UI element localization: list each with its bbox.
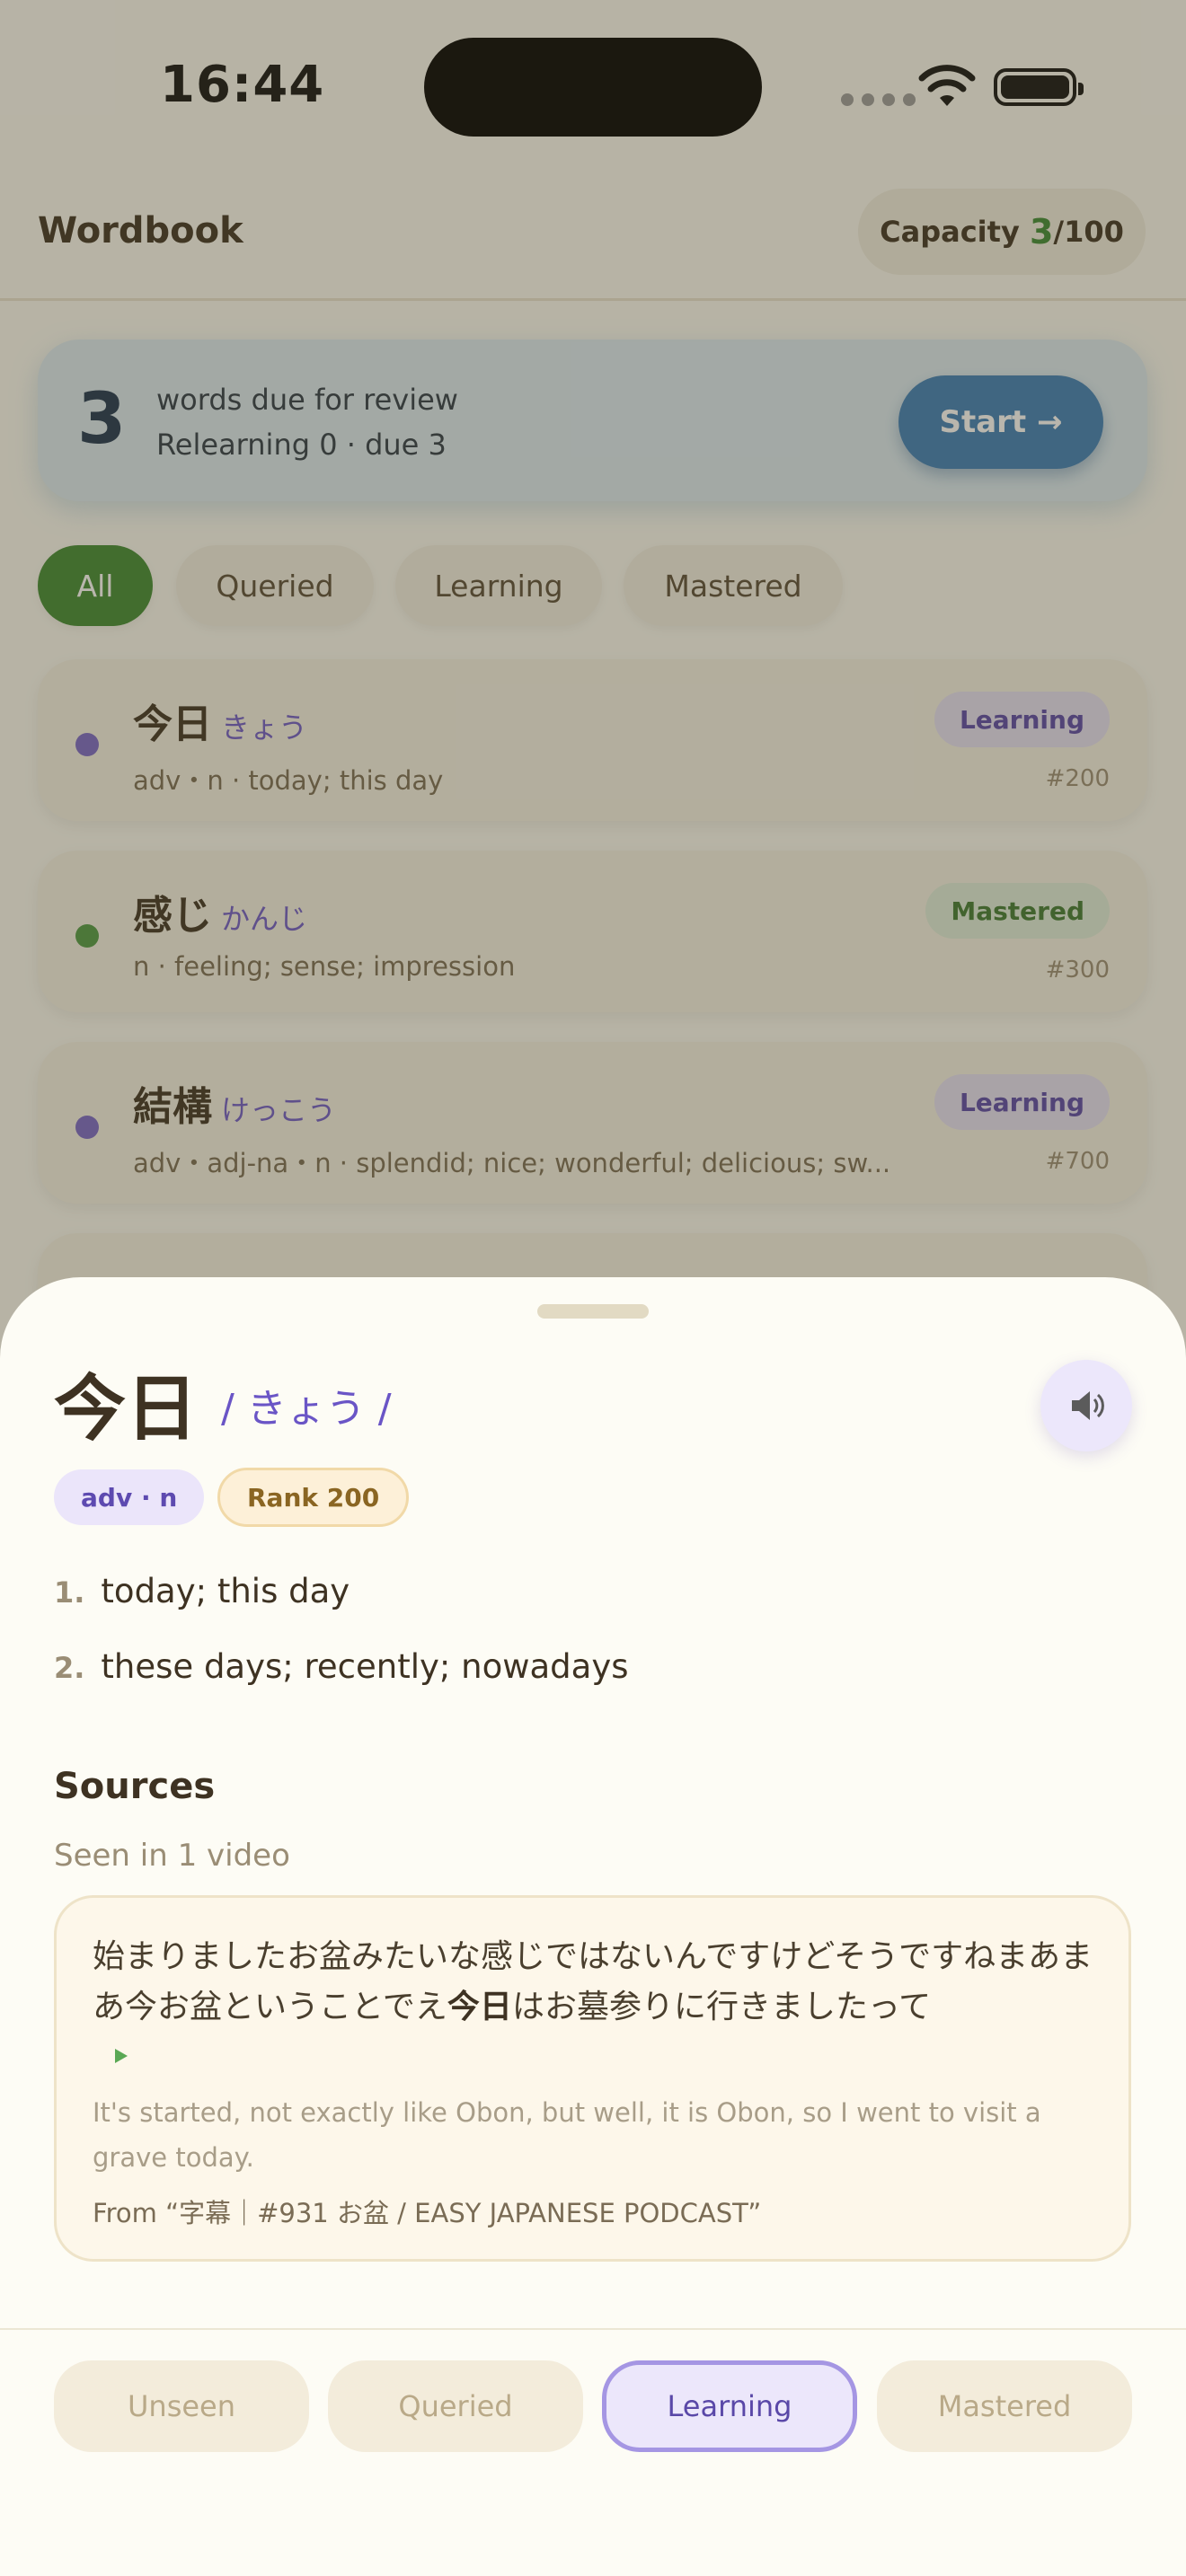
- source-highlight-word: 今日: [447, 1989, 512, 2025]
- divider: [0, 2328, 1186, 2330]
- status-unseen-button[interactable]: Unseen: [54, 2360, 309, 2452]
- sheet-grabber[interactable]: [537, 1304, 649, 1319]
- source-sentence-after: はお墓参りに行きましたって: [511, 1989, 932, 2025]
- source-card[interactable]: 始まりましたお盆みたいな感じではないんですけどそうですねまあまあ今お盆ということ…: [54, 1895, 1131, 2262]
- source-sentence: 始まりましたお盆みたいな感じではないんですけどそうですねまあまあ今お盆ということ…: [93, 1932, 1099, 2033]
- definition-item: 1. today; this day: [54, 1572, 350, 1610]
- play-audio-button[interactable]: [1040, 1360, 1132, 1451]
- definition-number: 2.: [54, 1651, 85, 1685]
- seen-count-text: Seen in 1 video: [54, 1838, 290, 1874]
- pos-tag: adv · n: [54, 1469, 205, 1525]
- speaker-icon: [1072, 1391, 1104, 1420]
- definition-number: 1.: [54, 1575, 85, 1610]
- sources-heading: Sources: [54, 1766, 216, 1807]
- definition-text: these days; recently; nowadays: [101, 1647, 629, 1686]
- detail-word: 今日: [54, 1367, 198, 1451]
- detail-reading: / きょう /: [221, 1386, 392, 1432]
- status-mastered-button[interactable]: Mastered: [877, 2360, 1132, 2452]
- definition-text: today; this day: [101, 1572, 350, 1610]
- play-icon[interactable]: [112, 2047, 130, 2065]
- rank-tag: Rank 200: [217, 1468, 410, 1527]
- source-from: From “字幕｜#931 お盆 / EASY JAPANESE PODCAST…: [93, 2198, 762, 2228]
- status-learning-button[interactable]: Learning: [602, 2360, 857, 2452]
- definition-item: 2. these days; recently; nowadays: [54, 1647, 629, 1686]
- status-queried-button[interactable]: Queried: [328, 2360, 583, 2452]
- word-detail-sheet: 今日 / きょう / adv · n Rank 200 1. today; thi…: [0, 1277, 1186, 2576]
- source-translation: It's started, not exactly like Obon, but…: [93, 2097, 1041, 2173]
